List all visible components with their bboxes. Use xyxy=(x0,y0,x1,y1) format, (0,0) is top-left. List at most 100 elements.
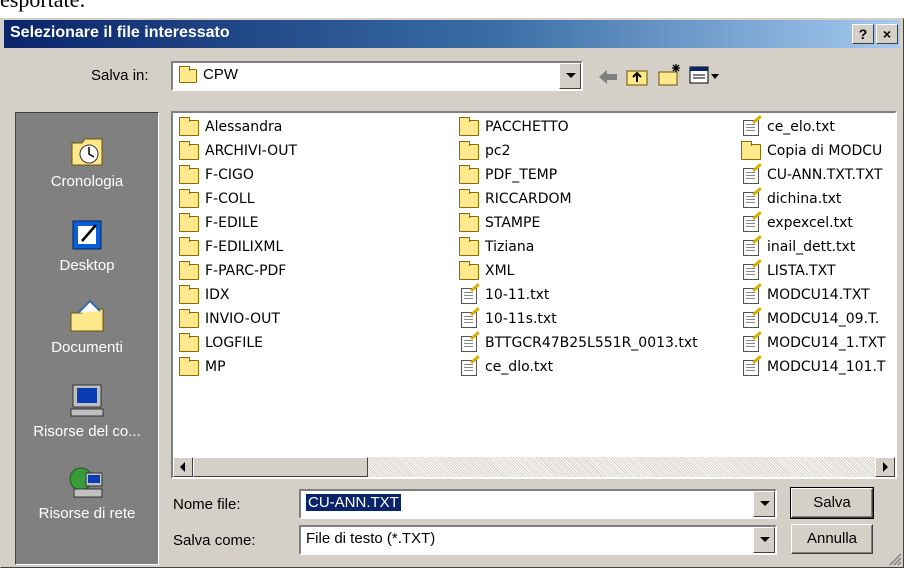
text-file-icon xyxy=(743,312,759,328)
filename-label: Nome file: xyxy=(173,496,241,513)
chevron-down-icon[interactable] xyxy=(753,491,775,517)
file-list-item[interactable]: F-COLL xyxy=(179,189,449,213)
scroll-thumb[interactable] xyxy=(193,457,368,477)
file-list-item[interactable]: Tiziana xyxy=(459,237,739,261)
close-button[interactable]: × xyxy=(876,24,898,44)
file-list-item[interactable]: MODCU14_101.T xyxy=(741,357,895,381)
folder-icon xyxy=(179,309,199,328)
text-file-icon xyxy=(743,216,759,232)
file-list-item[interactable]: PACCHETTO xyxy=(459,117,739,141)
place-network[interactable]: Risorse di rete xyxy=(16,465,158,522)
folder-icon xyxy=(179,261,199,280)
file-list-item[interactable]: Alessandra xyxy=(179,117,449,141)
chevron-down-icon[interactable] xyxy=(559,63,581,89)
window-title: Selezionare il file interessato xyxy=(10,24,230,41)
file-list-item[interactable]: CU-ANN.TXT.TXT xyxy=(741,165,895,189)
file-name: STAMPE xyxy=(485,215,541,231)
file-name: inail_dett.txt xyxy=(767,239,856,255)
file-list-item[interactable]: ARCHIVI-OUT xyxy=(179,141,449,165)
file-list-item[interactable]: BTTGCR47B25L551R_0013.txt xyxy=(459,333,739,357)
text-file-icon xyxy=(461,336,477,352)
up-folder-icon[interactable] xyxy=(625,64,651,88)
folder-icon xyxy=(179,237,199,256)
view-menu-icon[interactable] xyxy=(689,65,721,87)
file-list[interactable]: Alessandra ARCHIVI-OUT F-CIGO F-COLL F-EDILE… xyxy=(171,111,897,479)
file-name: BTTGCR47B25L551R_0013.txt xyxy=(485,335,698,351)
file-list-item[interactable]: ce_elo.txt xyxy=(741,117,895,141)
folder-icon xyxy=(459,237,479,256)
save-button[interactable]: Salva xyxy=(790,487,874,519)
filetype-label: Salva come: xyxy=(173,532,256,549)
file-list-item[interactable]: 10-11s.txt xyxy=(459,309,739,333)
file-name: Tiziana xyxy=(485,239,535,255)
file-list-item[interactable]: inail_dett.txt xyxy=(741,237,895,261)
place-history[interactable]: Cronologia xyxy=(16,133,158,190)
file-name: F-PARC-PDF xyxy=(205,263,287,279)
scroll-left-button[interactable] xyxy=(173,457,193,477)
file-name: expexcel.txt xyxy=(767,215,853,231)
resize-grip-icon[interactable] xyxy=(888,552,902,566)
file-list-item[interactable]: Copia di MODCU xyxy=(741,141,895,165)
chevron-down-icon[interactable] xyxy=(753,527,775,553)
folder-icon xyxy=(459,165,479,184)
file-list-item[interactable]: MODCU14_09.T. xyxy=(741,309,895,333)
file-list-item[interactable]: PDF_TEMP xyxy=(459,165,739,189)
text-file-icon xyxy=(743,288,759,304)
folder-icon xyxy=(179,189,199,208)
file-list-item[interactable]: dichina.txt xyxy=(741,189,895,213)
history-icon xyxy=(68,133,106,169)
new-folder-icon[interactable] xyxy=(657,62,683,88)
computer-icon xyxy=(68,383,106,419)
file-list-item[interactable]: pc2 xyxy=(459,141,739,165)
file-list-item[interactable]: LOGFILE xyxy=(179,333,449,357)
text-file-icon xyxy=(743,192,759,208)
filetype-value: File di testo (*.TXT) xyxy=(306,530,436,547)
folder-icon xyxy=(179,141,199,160)
text-file-icon xyxy=(743,240,759,256)
file-list-item[interactable]: ce_dlo.txt xyxy=(459,357,739,381)
file-list-item[interactable]: F-EDILE xyxy=(179,213,449,237)
file-list-item[interactable]: RICCARDOM xyxy=(459,189,739,213)
file-name: ce_elo.txt xyxy=(767,119,835,135)
horizontal-scrollbar[interactable] xyxy=(173,457,895,477)
file-list-item[interactable]: INVIO-OUT xyxy=(179,309,449,333)
text-file-icon xyxy=(743,360,759,376)
place-documents[interactable]: Documenti xyxy=(16,299,158,356)
file-name: MP xyxy=(205,359,226,375)
file-list-item[interactable]: MODCU14_1.TXT xyxy=(741,333,895,357)
file-column: Alessandra ARCHIVI-OUT F-CIGO F-COLL F-EDILE… xyxy=(179,117,449,381)
save-dialog: Selezionare il file interessato ? × Salv… xyxy=(0,18,904,568)
folder-icon xyxy=(459,189,479,208)
file-list-item[interactable]: STAMPE xyxy=(459,213,739,237)
folder-icon xyxy=(179,117,199,136)
file-name: F-COLL xyxy=(205,191,255,207)
location-label: Salva in: xyxy=(91,67,149,84)
file-name: MODCU14_1.TXT xyxy=(767,335,886,351)
file-list-item[interactable]: F-CIGO xyxy=(179,165,449,189)
place-desktop[interactable]: Desktop xyxy=(16,217,158,274)
file-list-item[interactable]: LISTA.TXT xyxy=(741,261,895,285)
location-dropdown[interactable]: CPW xyxy=(171,61,583,91)
scroll-right-button[interactable] xyxy=(875,457,895,477)
file-list-item[interactable]: MODCU14.TXT xyxy=(741,285,895,309)
place-my-computer[interactable]: Risorse del co... xyxy=(16,383,158,440)
help-button[interactable]: ? xyxy=(852,24,874,44)
file-name: XML xyxy=(485,263,515,279)
file-list-item[interactable]: F-EDILIXML xyxy=(179,237,449,261)
file-list-item[interactable]: 10-11.txt xyxy=(459,285,739,309)
file-name: F-EDILIXML xyxy=(205,239,284,255)
file-list-item[interactable]: IDX xyxy=(179,285,449,309)
place-label: Risorse di rete xyxy=(38,505,136,522)
file-list-item[interactable]: expexcel.txt xyxy=(741,213,895,237)
file-list-item[interactable]: XML xyxy=(459,261,739,285)
file-list-item[interactable]: F-PARC-PDF xyxy=(179,261,449,285)
folder-icon xyxy=(459,117,479,136)
back-arrow-icon[interactable] xyxy=(597,67,619,87)
file-name: Alessandra xyxy=(205,119,283,135)
cancel-button[interactable]: Annulla xyxy=(791,524,873,554)
file-list-item[interactable]: MP xyxy=(179,357,449,381)
desktop-icon xyxy=(68,217,106,253)
filetype-dropdown[interactable]: File di testo (*.TXT) xyxy=(299,525,777,555)
title-bar: Selezionare il file interessato ? × xyxy=(4,20,900,48)
filename-input[interactable]: CU-ANN.TXT xyxy=(299,489,777,519)
